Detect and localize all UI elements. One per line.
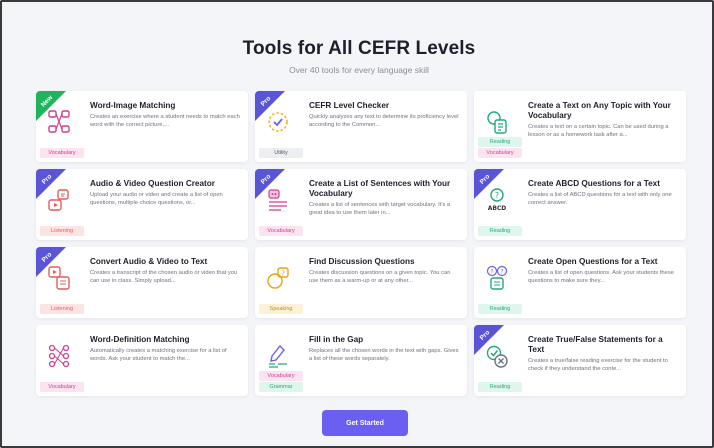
- svg-text:?: ?: [495, 191, 499, 200]
- svg-text:ABCD: ABCD: [488, 205, 507, 212]
- get-started-button[interactable]: Get Started: [322, 410, 408, 436]
- card-title: Create a List of Sentences with Your Voc…: [309, 179, 451, 198]
- card-description: Upload your audio or video and create a …: [90, 192, 223, 206]
- svg-text:?: ?: [490, 269, 493, 276]
- skill-tags: Reading: [478, 226, 522, 236]
- card-text: Create True/False Statements for a Text C…: [528, 335, 678, 373]
- card-description: Creates a transcript of the chosen audio…: [90, 270, 238, 284]
- tool-card[interactable]: Vocabulary Word-Definition Matching Automa…: [36, 325, 248, 396]
- card-title: Create True/False Statements for a Text: [528, 335, 663, 354]
- tool-card[interactable]: Reading Vocabulary Create a Text on Any To…: [474, 91, 686, 162]
- skill-tag: Vocabulary: [259, 226, 303, 236]
- card-title: Audio & Video Question Creator: [90, 179, 215, 188]
- section-title: Tools for All CEFR Levels: [242, 38, 476, 59]
- card-title: Create ABCD Questions for a Text: [528, 179, 660, 188]
- tool-card[interactable]: Pro Reading Create True/False Statements f…: [474, 325, 686, 396]
- skill-tag: Reading: [478, 226, 522, 236]
- skill-tag: Utility: [259, 148, 303, 158]
- card-title: Create Open Questions for a Text: [528, 257, 658, 266]
- card-description: Quickly analyzes any text to determine i…: [309, 114, 459, 128]
- definition-match-icon: [46, 341, 72, 371]
- skill-tags: Vocabulary: [40, 148, 84, 158]
- section-subtitle: Over 40 tools for every language skill: [289, 65, 429, 75]
- fill-gap-icon: [265, 341, 291, 371]
- match-icon: [46, 107, 72, 137]
- transcript-icon: [46, 263, 72, 293]
- skill-tags: Reading Vocabulary: [478, 137, 522, 158]
- section-header: Tools for All CEFR Levels Over 40 tools …: [2, 38, 714, 75]
- card-text: Word-Image Matching Creates an exercise w…: [90, 101, 240, 129]
- discussion-icon: ?: [265, 263, 291, 293]
- skill-tag: Listening: [40, 226, 84, 236]
- card-description: Creates discussion questions on a given …: [309, 270, 451, 284]
- skill-tag: Reading: [478, 304, 522, 314]
- card-title: CEFR Level Checker: [309, 101, 390, 110]
- tools-grid: New Vocabulary Word-Image Matching Creates …: [36, 91, 686, 396]
- tool-card[interactable]: Pro Vocabulary Create a List of Sentences …: [255, 169, 467, 240]
- page-frame: Tools for All CEFR Levels Over 40 tools …: [0, 0, 714, 448]
- card-description: Replaces all the chosen words in the tex…: [309, 348, 459, 362]
- card-title: Fill in the Gap: [309, 335, 364, 344]
- level-check-icon: [265, 107, 291, 137]
- card-text: Create ABCD Questions for a Text Creates …: [528, 179, 678, 207]
- skill-tag: Reading: [478, 382, 522, 392]
- svg-text:?: ?: [500, 269, 503, 276]
- skill-tags: Listening: [40, 226, 84, 236]
- card-description: Creates a list of open questions. Ask yo…: [528, 270, 674, 284]
- skill-tags: Vocabulary Grammar: [259, 371, 303, 392]
- card-title: Convert Audio & Video to Text: [90, 257, 208, 266]
- card-text: Audio & Video Question Creator Upload you…: [90, 179, 240, 207]
- card-text: Create a List of Sentences with Your Voc…: [309, 179, 459, 217]
- skill-tags: Vocabulary: [259, 226, 303, 236]
- svg-text:?: ?: [281, 270, 285, 278]
- card-description: Creates a text on a certain topic. Can b…: [528, 124, 669, 138]
- text-topic-icon: [484, 107, 510, 137]
- card-text: Create Open Questions for a Text Creates …: [528, 257, 678, 285]
- tool-card[interactable]: Pro Listening Convert Audio & Video to Tex…: [36, 247, 248, 318]
- card-description: Creates a list of ABCD questions for a t…: [528, 192, 672, 206]
- audio-video-icon: [46, 185, 72, 215]
- skill-tag: Vocabulary: [259, 371, 303, 381]
- card-description: Automatically creates a matching exercis…: [90, 348, 227, 362]
- card-title: Find Discussion Questions: [309, 257, 415, 266]
- skill-tag: Speaking: [259, 304, 303, 314]
- card-text: Word-Definition Matching Automatically cr…: [90, 335, 240, 363]
- skill-tag: Vocabulary: [40, 148, 84, 158]
- open-questions-icon: ??: [484, 263, 510, 293]
- skill-tag: Vocabulary: [478, 148, 522, 158]
- card-text: Find Discussion Questions Creates discuss…: [309, 257, 459, 285]
- card-text: CEFR Level Checker Quickly analyzes any t…: [309, 101, 459, 129]
- skill-tags: Speaking: [259, 304, 303, 314]
- card-description: Creates a true/false reading exercise fo…: [528, 358, 668, 372]
- card-title: Create a Text on Any Topic with Your Voc…: [528, 101, 671, 120]
- abcd-icon: ? ABCD: [484, 185, 510, 215]
- skill-tags: Utility: [259, 148, 303, 158]
- tool-card[interactable]: Pro Utility CEFR Level Checker Quickly anal…: [255, 91, 467, 162]
- skill-tag: Vocabulary: [40, 382, 84, 392]
- card-description: Creates an exercise where a student need…: [90, 114, 240, 128]
- card-text: Convert Audio & Video to Text Creates a t…: [90, 257, 240, 285]
- skill-tags: Listening: [40, 304, 84, 314]
- true-false-icon: [484, 341, 510, 371]
- tool-card[interactable]: New Vocabulary Word-Image Matching Creates …: [36, 91, 248, 162]
- skill-tags: Reading: [478, 304, 522, 314]
- skill-tag: Reading: [478, 137, 522, 147]
- card-title: Word-Image Matching: [90, 101, 176, 110]
- skill-tag: Listening: [40, 304, 84, 314]
- tool-card[interactable]: Vocabulary Grammar Fill in the Gap Replaces…: [255, 325, 467, 396]
- skill-tag: Grammar: [259, 382, 303, 392]
- card-text: Create a Text on Any Topic with Your Voc…: [528, 101, 678, 139]
- card-description: Creates a list of sentences with target …: [309, 202, 451, 216]
- tool-card[interactable]: Pro Listening Audio & Video Question Creat…: [36, 169, 248, 240]
- skill-tags: Vocabulary: [40, 382, 84, 392]
- skill-tags: Reading: [478, 382, 522, 392]
- tool-card[interactable]: ? Speaking Find Discussion Questions Create…: [255, 247, 467, 318]
- sentence-list-icon: [265, 185, 291, 215]
- tool-card[interactable]: ?? Reading Create Open Questions for a Tex…: [474, 247, 686, 318]
- card-text: Fill in the Gap Replaces all the chosen w…: [309, 335, 459, 363]
- card-title: Word-Definition Matching: [90, 335, 190, 344]
- tool-card[interactable]: Pro? ABCD Reading Create ABCD Questions for…: [474, 169, 686, 240]
